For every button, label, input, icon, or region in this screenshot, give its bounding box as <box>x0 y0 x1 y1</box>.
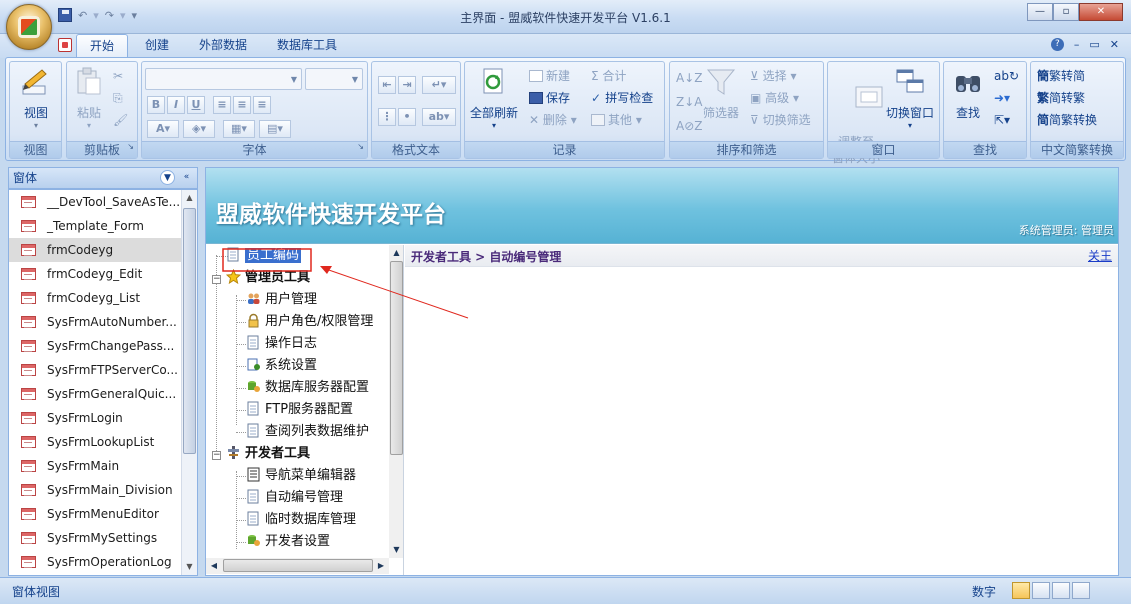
datasheet-view-icon[interactable] <box>1032 582 1050 599</box>
annotation-arrow-line <box>322 267 469 319</box>
status-view-name: 窗体视图 <box>12 585 61 599</box>
office-logo-icon <box>18 16 40 38</box>
app-tab-icon <box>58 38 72 52</box>
status-num-mode: 数字 <box>972 585 997 599</box>
status-bar: 窗体视图 数字 <box>0 577 1131 604</box>
annotation-overlay <box>222 248 469 319</box>
layout-view-icon[interactable] <box>1052 582 1070 599</box>
office-button[interactable] <box>6 4 52 50</box>
view-switcher <box>1012 582 1090 599</box>
annotation-highlight-box <box>222 248 312 272</box>
design-view-icon[interactable] <box>1072 582 1090 599</box>
form-view-icon[interactable] <box>1012 582 1030 599</box>
